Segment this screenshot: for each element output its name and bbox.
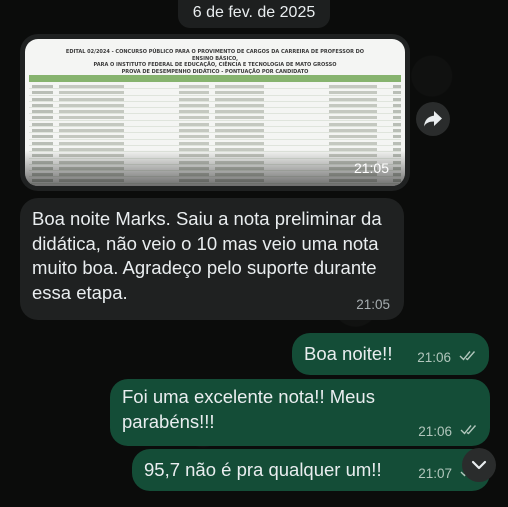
date-separator: 6 de fev. de 2025 [178, 0, 330, 28]
outgoing-message[interactable]: Boa noite!! 21:06 [292, 333, 489, 375]
forward-arrow-icon [424, 111, 442, 127]
incoming-message[interactable]: Boa noite Marks. Saiu a nota preliminar … [20, 198, 404, 320]
outgoing-message[interactable]: Foi uma excelente nota!! Meus parabéns!!… [110, 379, 490, 446]
message-text: Foi uma excelente nota!! Meus parabéns!!… [122, 386, 375, 432]
message-text: Boa noite Marks. Saiu a nota preliminar … [32, 208, 382, 303]
message-time: 21:05 [356, 297, 390, 312]
image-message[interactable]: EDITAL 02/2024 - CONCURSO PÚBLICO PARA O… [20, 34, 410, 191]
outgoing-message[interactable]: 95,7 não é pra qualquer um!! 21:07 [132, 449, 490, 491]
image-shade [25, 150, 405, 186]
document-image[interactable]: EDITAL 02/2024 - CONCURSO PÚBLICO PARA O… [25, 39, 405, 186]
chevron-down-icon [471, 460, 487, 470]
document-header-line: EDITAL 02/2024 - CONCURSO PÚBLICO PARA O… [65, 49, 365, 62]
scroll-to-bottom-button[interactable] [462, 448, 496, 482]
double-check-icon [460, 423, 478, 438]
message-time: 21:07 [418, 466, 452, 481]
message-text: Boa noite!! [304, 343, 393, 364]
message-time: 21:06 [418, 424, 452, 439]
document-header-line: PARA O INSTITUTO FEDERAL DE EDUCAÇÃO, CI… [93, 62, 337, 68]
double-check-icon [459, 349, 477, 364]
document-table-header [29, 75, 401, 82]
message-time: 21:06 [417, 350, 451, 365]
document-header: EDITAL 02/2024 - CONCURSO PÚBLICO PARA O… [65, 49, 365, 75]
forward-button[interactable] [416, 102, 450, 136]
message-time: 21:05 [353, 160, 389, 176]
